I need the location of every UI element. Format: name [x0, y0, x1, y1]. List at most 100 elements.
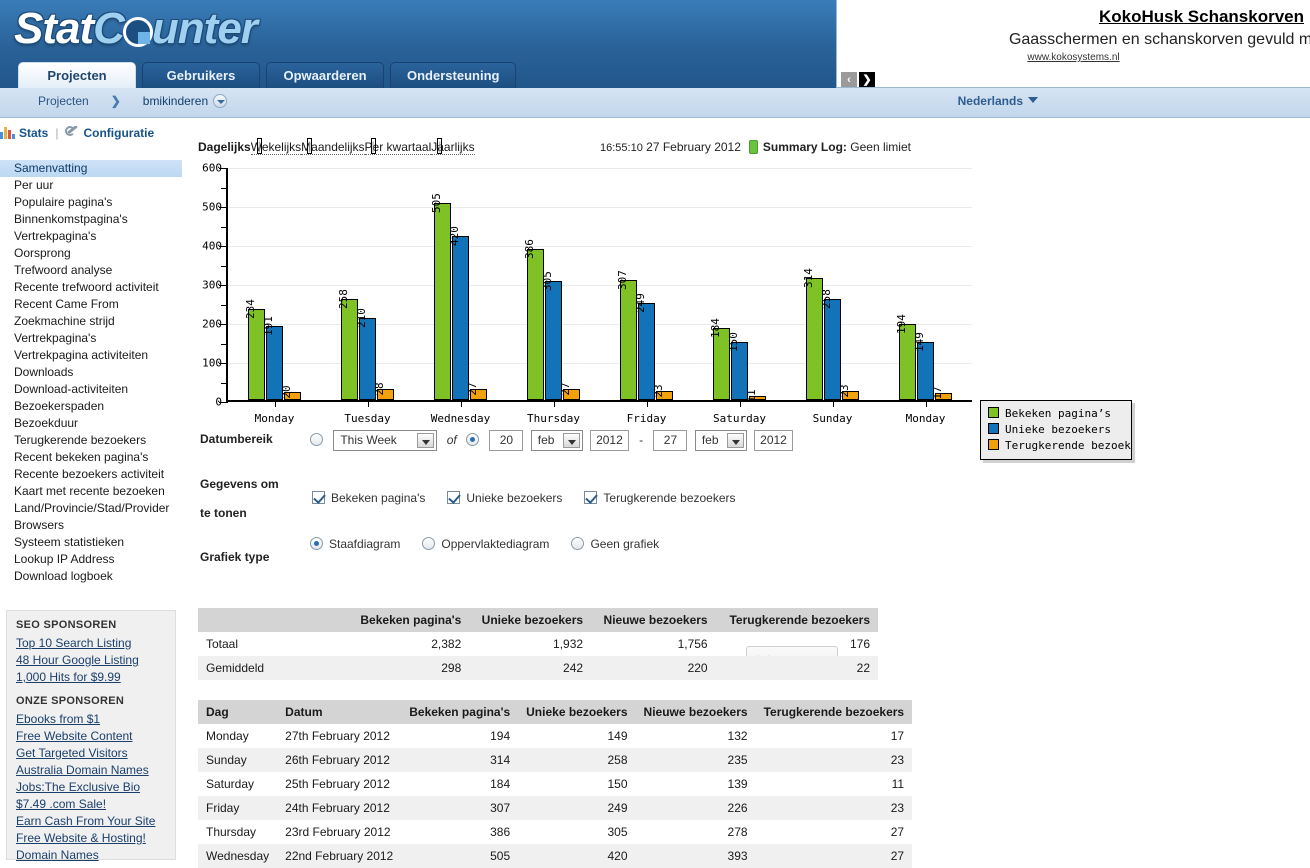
- range-dash: -: [639, 432, 644, 447]
- sidebar-item-21[interactable]: Browsers: [0, 517, 182, 534]
- our-sponsor-link-6[interactable]: Earn Cash From Your Site: [16, 813, 175, 830]
- sidebar-item-9[interactable]: Zoekmachine strijd: [0, 313, 182, 330]
- language-selector[interactable]: Nederlands: [958, 94, 1038, 108]
- our-sponsor-link-0[interactable]: Ebooks from $1: [16, 711, 175, 728]
- summary-row-label: Gemiddeld: [198, 656, 348, 680]
- chart-bar-value: 305: [540, 271, 554, 291]
- daily-col-0: Dag: [198, 700, 278, 724]
- metric-checkbox-label-0: Bekeken pagina's: [331, 491, 426, 505]
- from-month-select[interactable]: feb: [530, 430, 583, 451]
- ad-next-icon[interactable]: ❯: [859, 72, 875, 87]
- sidebar-item-20[interactable]: Land/Provincie/Stad/Provider: [0, 500, 182, 517]
- custom-range-radio[interactable]: [466, 432, 480, 446]
- charttype-radio-0[interactable]: [310, 537, 323, 550]
- stats-link[interactable]: Stats: [19, 126, 48, 140]
- daily-cell: 249: [518, 796, 636, 820]
- from-year-input[interactable]: 2012: [590, 430, 629, 451]
- sidebar-item-13[interactable]: Download-activiteiten: [0, 381, 182, 398]
- chart-bar-5-2: 11: [745, 389, 766, 402]
- sidebar-item-label: Kaart met recente bezoeken: [14, 484, 165, 498]
- sidebar-item-23[interactable]: Lookup IP Address: [0, 551, 182, 568]
- from-day-input[interactable]: 20: [489, 430, 524, 451]
- seo-sponsor-link-2[interactable]: 1,000 Hits for $9.99: [16, 669, 175, 686]
- tab-projecten[interactable]: Projecten: [18, 62, 136, 88]
- to-month-select[interactable]: feb: [694, 430, 747, 451]
- configuratie-link[interactable]: Configuratie: [83, 126, 154, 140]
- sidebar-item-15[interactable]: Bezoekduur: [0, 415, 182, 432]
- our-sponsor-link-5[interactable]: $7.49 .com Sale!: [16, 796, 175, 813]
- sidebar-item-11[interactable]: Vertrekpagina activiteiten: [0, 347, 182, 364]
- advertisement-banner[interactable]: KokoHusk Schanskorven Gaasschermen en sc…: [836, 0, 1310, 88]
- metric-checkbox-0[interactable]: [312, 491, 325, 504]
- tab-opwaarderen[interactable]: Opwaarderen: [266, 62, 384, 88]
- ad-url[interactable]: www.kokosystems.nl: [837, 52, 1310, 63]
- legend-label-1: Unieke bezoekers: [1005, 423, 1111, 436]
- sidebar-item-18[interactable]: Recente bezoekers activiteit: [0, 466, 182, 483]
- daily-col-3: Unieke bezoekers: [518, 700, 636, 724]
- our-sponsor-link-1[interactable]: Free Website Content: [16, 728, 175, 745]
- summary-col-4: Terugkerende bezoekers: [715, 608, 878, 632]
- period-tab-0[interactable]: Dagelijks: [198, 140, 251, 154]
- chart-bar-group-1: 258 210 28: [337, 168, 394, 400]
- summary-col-3: Nieuwe bezoekers: [591, 608, 716, 632]
- sidebar-item-label: Populaire pagina's: [14, 195, 113, 209]
- ad-title[interactable]: KokoHusk Schanskorven: [1099, 7, 1304, 27]
- daily-cell: 226: [635, 796, 756, 820]
- breadcrumb-root[interactable]: Projecten: [38, 94, 89, 108]
- summary-log-label: Summary Log:: [762, 140, 847, 154]
- sidebar-item-16[interactable]: Terugkerende bezoekers: [0, 432, 182, 449]
- daily-cell: 17: [890, 729, 905, 743]
- our-sponsor-link-3[interactable]: Australia Domain Names: [16, 762, 175, 779]
- sidebar-item-label: Oorsprong: [14, 246, 71, 260]
- sidebar-item-10[interactable]: Vertrekpagina's: [0, 330, 182, 347]
- chevron-down-icon[interactable]: [213, 94, 228, 108]
- seo-sponsor-link-0[interactable]: Top 10 Search Listing: [16, 635, 175, 652]
- our-sponsor-link-2[interactable]: Get Targeted Visitors: [16, 745, 175, 762]
- chart-y-tick: [219, 207, 228, 208]
- chart-x-tick: [367, 400, 369, 407]
- our-sponsor-link-4[interactable]: Jobs:The Exclusive Bio: [16, 779, 175, 796]
- sidebar-item-17[interactable]: Recent bekeken pagina's: [0, 449, 182, 466]
- charttype-wrap-1: Oppervlaktediagram: [422, 537, 549, 551]
- tab-gebruikers[interactable]: Gebruikers: [142, 62, 260, 88]
- sidebar-item-6[interactable]: Trefwoord analyse: [0, 262, 182, 279]
- daily-table-header-row: Dag Datum Bekeken pagina's Unieke bezoekers…: [198, 700, 913, 724]
- charttype-radio-1[interactable]: [422, 537, 436, 550]
- sidebar-item-24[interactable]: Download logboek: [0, 568, 182, 585]
- chart-y-tick: [219, 285, 228, 286]
- sidebar-item-22[interactable]: Systeem statistieken: [0, 534, 182, 551]
- metric-checkbox-1[interactable]: [447, 491, 461, 504]
- sidebar-item-19[interactable]: Kaart met recente bezoeken: [0, 483, 182, 500]
- charttype-radio-2[interactable]: [571, 537, 585, 550]
- to-day-input[interactable]: 27: [653, 430, 688, 451]
- sidebar-item-1[interactable]: Per uur: [0, 177, 182, 194]
- sidebar-item-4[interactable]: Vertrekpagina's: [0, 228, 182, 245]
- ad-prev-icon[interactable]: ‹: [841, 72, 857, 87]
- daily-day: Wednesday: [198, 844, 278, 868]
- period-separator: |: [307, 138, 313, 154]
- metric-checkbox-2[interactable]: [584, 491, 598, 504]
- preset-range-select[interactable]: This Week: [333, 430, 438, 451]
- sidebar-item-5[interactable]: Oorsprong: [0, 245, 182, 262]
- seo-sponsor-link-1[interactable]: 48 Hour Google Listing: [16, 652, 175, 669]
- tab-ondersteuning[interactable]: Ondersteuning: [390, 62, 517, 88]
- y-axis-tick-4: 400: [202, 239, 222, 253]
- to-year-input[interactable]: 2012: [754, 430, 793, 451]
- sidebar-item-2[interactable]: Populaire pagina's: [0, 194, 182, 211]
- sidebar-item-7[interactable]: Recente trefwoord activiteit: [0, 279, 182, 296]
- our-sponsor-link-7[interactable]: Free Website & Hosting!: [16, 830, 175, 847]
- sidebar-item-3[interactable]: Binnenkomstpagina's: [0, 211, 182, 228]
- sidebar-item-14[interactable]: Bezoekerspaden: [0, 398, 182, 415]
- main-tab-bar: Projecten Gebruikers Opwaarderen Ondersteun…: [18, 62, 522, 88]
- breadcrumb-site[interactable]: bmikinderen: [143, 94, 208, 108]
- sidebar-item-0[interactable]: Samenvatting: [0, 160, 182, 177]
- chart-bar-value: 27: [558, 382, 572, 397]
- chart-y-tick: [221, 265, 228, 267]
- daily-cell: 505: [401, 844, 519, 868]
- daily-col-4: Nieuwe bezoekers: [635, 700, 756, 724]
- sidebar-item-8[interactable]: Recent Came From: [0, 296, 182, 313]
- our-sponsor-link-8[interactable]: Domain Names: [16, 847, 175, 864]
- daily-cell: 11: [891, 777, 905, 791]
- sidebar-item-12[interactable]: Downloads: [0, 364, 182, 381]
- preset-range-radio[interactable]: [310, 432, 323, 446]
